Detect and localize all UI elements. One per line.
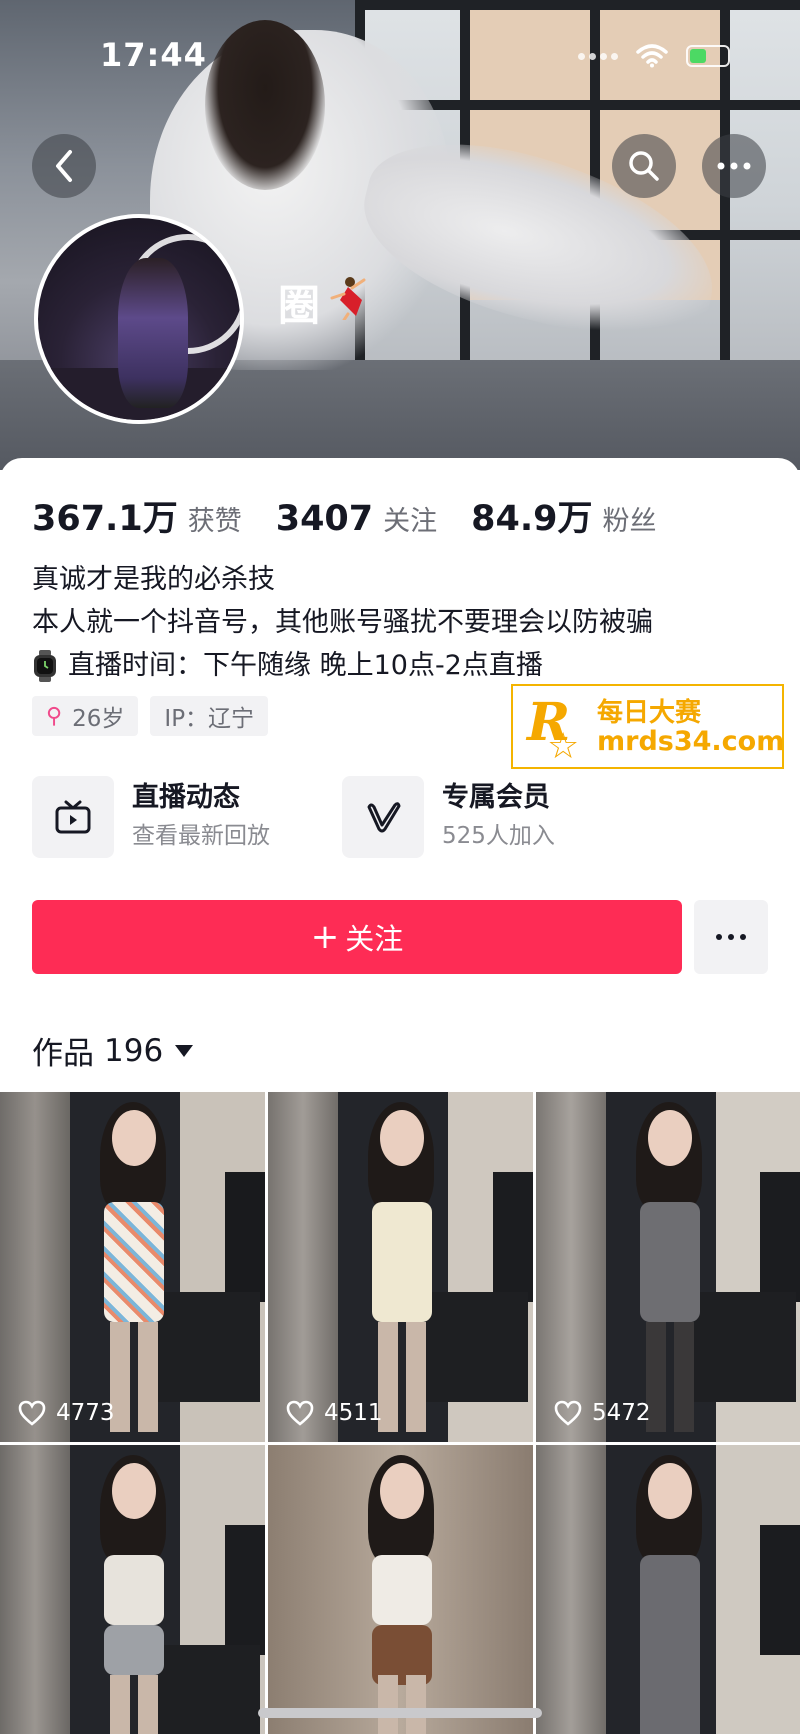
bio-line: 直播时间：下午随缘 晚上10点-2点直播 — [32, 644, 653, 687]
search-button[interactable] — [612, 134, 676, 198]
star-icon: ☆ — [547, 726, 580, 767]
more-options-button[interactable] — [702, 134, 766, 198]
status-icons — [578, 44, 730, 68]
stat-following[interactable]: 3407 关注 — [276, 499, 437, 539]
likes-count: 5472 — [554, 1400, 651, 1426]
video-thumbnail[interactable]: 4773 — [0, 1092, 265, 1442]
cellular-icon — [578, 52, 618, 60]
likes-count: 4511 — [286, 1400, 383, 1426]
works-label: 作品 — [32, 1036, 94, 1072]
feature-subtitle: 查看最新回放 — [132, 823, 270, 849]
back-button[interactable] — [32, 134, 96, 198]
exclusive-member-entry[interactable]: 专属会员 525人加入 — [342, 776, 555, 858]
bio-line: 本人就一个抖音号，其他账号骚扰不要理会以防被骗 — [32, 607, 653, 638]
video-thumbnail[interactable] — [536, 1445, 800, 1734]
watermark-overlay: R ☆ 每日大赛 mrds34.com — [511, 684, 784, 769]
live-updates-entry[interactable]: 直播动态 查看最新回放 — [32, 776, 270, 858]
v-member-icon — [367, 802, 401, 833]
feature-title: 专属会员 — [442, 782, 550, 813]
tv-icon — [55, 800, 91, 834]
video-thumbnail[interactable]: 4511 — [268, 1092, 533, 1442]
follow-button[interactable]: + 关注 — [32, 900, 682, 974]
chevron-left-icon — [56, 150, 72, 182]
dancer-emoji-icon — [330, 277, 366, 320]
battery-icon — [686, 45, 730, 67]
avatar[interactable] — [34, 214, 244, 424]
profile-bio: 真诚才是我的必杀技 本人就一个抖音号，其他账号骚扰不要理会以防被骗 直播时间：下… — [32, 558, 653, 687]
video-grid: 4773 4511 5472 — [0, 1092, 800, 1734]
more-dots-icon — [717, 162, 751, 170]
heart-icon — [554, 1400, 582, 1426]
more-dots-icon — [716, 934, 746, 940]
feature-title: 直播动态 — [132, 782, 240, 813]
status-time: 17:44 — [100, 36, 207, 74]
ip-location-tag: IP：辽宁 — [150, 696, 269, 736]
stat-followers[interactable]: 84.9万 粉丝 — [471, 490, 656, 541]
video-thumbnail[interactable] — [0, 1445, 265, 1734]
age-tag: ⚲ 26岁 — [32, 696, 139, 736]
likes-count: 4773 — [18, 1400, 115, 1426]
stat-likes[interactable]: 367.1万 获赞 — [32, 490, 242, 541]
heart-icon — [286, 1400, 314, 1426]
home-indicator — [258, 1708, 542, 1718]
more-actions-button[interactable] — [694, 900, 768, 974]
watermark-text: 每日大赛 — [597, 698, 702, 728]
works-tab[interactable]: 作品 196 — [32, 1028, 194, 1073]
female-symbol-icon: ⚲ — [46, 703, 63, 729]
follow-label: 关注 — [345, 922, 404, 956]
search-icon — [629, 151, 659, 181]
works-count: 196 — [104, 1032, 164, 1069]
watch-icon — [34, 649, 56, 682]
heart-icon — [18, 1400, 46, 1426]
plus-icon: + — [310, 917, 340, 957]
feature-subtitle: 525人加入 — [442, 823, 555, 849]
caret-down-icon — [175, 1044, 194, 1057]
watermark-url: mrds34.com — [597, 726, 785, 757]
nickname: 圈 — [278, 281, 321, 330]
video-thumbnail[interactable]: 5472 — [536, 1092, 800, 1442]
profile-tags: ⚲ 26岁 IP：辽宁 — [32, 696, 269, 736]
bio-line: 真诚才是我的必杀技 — [32, 564, 275, 595]
profile-stats: 367.1万 获赞 3407 关注 84.9万 粉丝 — [32, 490, 691, 541]
wifi-icon — [636, 44, 668, 68]
video-thumbnail[interactable] — [268, 1445, 533, 1734]
